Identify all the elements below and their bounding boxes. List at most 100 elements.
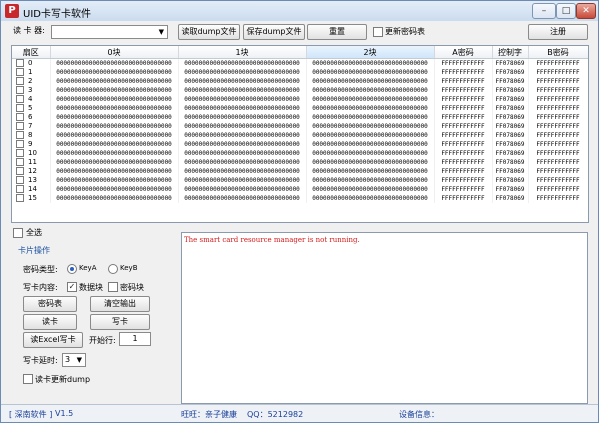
- update-key-table-checkbox[interactable]: [373, 27, 383, 37]
- cell-key-a[interactable]: FFFFFFFFFFFF: [434, 149, 493, 158]
- cell-block0[interactable]: 00000000000000000000000000000000: [50, 68, 179, 77]
- table-row[interactable]: 1000000000000000000000000000000000000000…: [12, 149, 588, 158]
- column-header-control[interactable]: 控制字: [492, 46, 529, 59]
- register-button[interactable]: 注册: [528, 24, 588, 40]
- cell-block1[interactable]: 00000000000000000000000000000000: [178, 95, 307, 104]
- cell-block2[interactable]: 00000000000000000000000000000000: [306, 185, 435, 194]
- column-header-block0[interactable]: 0块: [50, 46, 179, 59]
- cell-block0[interactable]: 00000000000000000000000000000000: [50, 176, 179, 185]
- cell-control[interactable]: FF078069: [492, 140, 529, 149]
- clear-output-button[interactable]: 清空输出: [90, 296, 150, 312]
- cell-key-a[interactable]: FFFFFFFFFFFF: [434, 167, 493, 176]
- row-checkbox[interactable]: [16, 140, 24, 148]
- cell-block0[interactable]: 00000000000000000000000000000000: [50, 158, 179, 167]
- read-update-dump-checkbox[interactable]: [23, 374, 33, 384]
- row-checkbox[interactable]: [16, 104, 24, 112]
- cell-block2[interactable]: 00000000000000000000000000000000: [306, 113, 435, 122]
- row-checkbox[interactable]: [16, 158, 24, 166]
- cell-control[interactable]: FF078069: [492, 176, 529, 185]
- cell-block0[interactable]: 00000000000000000000000000000000: [50, 95, 179, 104]
- cell-key-a[interactable]: FFFFFFFFFFFF: [434, 158, 493, 167]
- cell-control[interactable]: FF078069: [492, 68, 529, 77]
- cell-key-b[interactable]: FFFFFFFFFFFF: [528, 185, 588, 194]
- table-row[interactable]: 12 00000000000000000000000000000000 000000…: [12, 167, 588, 176]
- cell-block1[interactable]: 00000000000000000000000000000000: [178, 113, 307, 122]
- cell-key-b[interactable]: FFFFFFFFFFFF: [528, 77, 588, 86]
- table-row[interactable]: 15 00000000000000000000000000000000 000000…: [12, 194, 588, 203]
- cell-block2[interactable]: 00000000000000000000000000000000: [306, 77, 435, 86]
- cell-block1[interactable]: 00000000000000000000000000000000: [178, 158, 307, 167]
- row-checkbox[interactable]: [16, 131, 24, 139]
- cell-key-b[interactable]: FFFFFFFFFFFF: [528, 104, 588, 113]
- cell-control[interactable]: FF078069: [492, 86, 529, 95]
- key-block-checkbox[interactable]: [108, 282, 118, 292]
- select-all-checkbox[interactable]: [13, 228, 23, 238]
- cell-key-a[interactable]: FFFFFFFFFFFF: [434, 77, 493, 86]
- cell-key-a[interactable]: FFFFFFFFFFFF: [434, 86, 493, 95]
- cell-control[interactable]: FF078069: [492, 158, 529, 167]
- write-delay-select[interactable]: 3 ▼: [62, 353, 86, 367]
- cell-control[interactable]: FF078069: [492, 194, 529, 203]
- table-row[interactable]: 8 00000000000000000000000000000000 0000000…: [12, 131, 588, 140]
- cell-key-b[interactable]: FFFFFFFFFFFF: [528, 167, 588, 176]
- table-row[interactable]: 3 00000000000000000000000000000000 0000000…: [12, 86, 588, 95]
- cell-block2[interactable]: 00000000000000000000000000000000: [306, 104, 435, 113]
- cell-control[interactable]: FF078069: [492, 77, 529, 86]
- cell-block1[interactable]: 00000000000000000000000000000000: [178, 122, 307, 131]
- row-checkbox[interactable]: [16, 95, 24, 103]
- cell-block1[interactable]: 00000000000000000000000000000000: [178, 185, 307, 194]
- cell-block0[interactable]: 00000000000000000000000000000000: [50, 77, 179, 86]
- cell-key-b[interactable]: FFFFFFFFFFFF: [528, 158, 588, 167]
- row-checkbox[interactable]: [16, 113, 24, 121]
- cell-key-a[interactable]: FFFFFFFFFFFF: [434, 113, 493, 122]
- row-checkbox[interactable]: [16, 176, 24, 184]
- cell-control[interactable]: FF078069: [492, 104, 529, 113]
- cell-key-b[interactable]: FFFFFFFFFFFF: [528, 68, 588, 77]
- cell-block2[interactable]: 00000000000000000000000000000000: [306, 58, 435, 68]
- cell-block1[interactable]: 00000000000000000000000000000000: [178, 176, 307, 185]
- column-header-key-b[interactable]: B密码: [528, 46, 588, 59]
- cell-key-b[interactable]: FFFFFFFFFFFF: [528, 140, 588, 149]
- data-block-checkbox[interactable]: ✓: [67, 282, 77, 292]
- table-row[interactable]: 11 00000000000000000000000000000000 000000…: [12, 158, 588, 167]
- cell-key-a[interactable]: FFFFFFFFFFFF: [434, 185, 493, 194]
- cell-key-a[interactable]: FFFFFFFFFFFF: [434, 131, 493, 140]
- table-row[interactable]: 14 00000000000000000000000000000000 000000…: [12, 185, 588, 194]
- cell-block0[interactable]: 00000000000000000000000000000000: [50, 58, 179, 68]
- cell-key-b[interactable]: FFFFFFFFFFFF: [528, 58, 588, 68]
- cell-key-a[interactable]: FFFFFFFFFFFF: [434, 95, 493, 104]
- cell-block1[interactable]: 00000000000000000000000000000000: [178, 149, 307, 158]
- read-card-button[interactable]: 读卡: [23, 314, 77, 330]
- cell-block1[interactable]: 00000000000000000000000000000000: [178, 140, 307, 149]
- cell-block0[interactable]: 00000000000000000000000000000000: [50, 194, 179, 203]
- cell-key-a[interactable]: FFFFFFFFFFFF: [434, 140, 493, 149]
- cell-block2[interactable]: 00000000000000000000000000000000: [306, 86, 435, 95]
- row-checkbox[interactable]: [16, 185, 24, 193]
- cell-key-a[interactable]: FFFFFFFFFFFF: [434, 176, 493, 185]
- cell-block2[interactable]: 00000000000000000000000000000000: [306, 149, 435, 158]
- table-row[interactable]: 4 00000000000000000000000000000000 0000000…: [12, 95, 588, 104]
- cell-key-b[interactable]: FFFFFFFFFFFF: [528, 113, 588, 122]
- cell-block0[interactable]: 00000000000000000000000000000000: [50, 149, 179, 158]
- cell-block1[interactable]: 00000000000000000000000000000000: [178, 131, 307, 140]
- read-dump-button[interactable]: 读取dump文件: [178, 24, 240, 40]
- cell-block1[interactable]: 00000000000000000000000000000000: [178, 68, 307, 77]
- cell-control[interactable]: FF078069: [492, 131, 529, 140]
- column-header-sector[interactable]: 扇区: [12, 46, 51, 59]
- key-a-radio[interactable]: [67, 264, 77, 274]
- cell-control[interactable]: FF078069: [492, 95, 529, 104]
- cell-key-a[interactable]: FFFFFFFFFFFF: [434, 58, 493, 68]
- start-row-input[interactable]: 1: [119, 332, 151, 346]
- row-checkbox[interactable]: [16, 68, 24, 76]
- maximize-button[interactable]: □: [556, 3, 576, 19]
- cell-block2[interactable]: 00000000000000000000000000000000: [306, 167, 435, 176]
- column-header-block1[interactable]: 1块: [178, 46, 307, 59]
- read-excel-write-button[interactable]: 读Excel写卡: [23, 332, 83, 348]
- cell-control[interactable]: FF078069: [492, 149, 529, 158]
- cell-block1[interactable]: 00000000000000000000000000000000: [178, 77, 307, 86]
- reset-button[interactable]: 重置: [307, 24, 367, 40]
- cell-key-a[interactable]: FFFFFFFFFFFF: [434, 122, 493, 131]
- cell-key-b[interactable]: FFFFFFFFFFFF: [528, 176, 588, 185]
- cell-key-b[interactable]: FFFFFFFFFFFF: [528, 122, 588, 131]
- key-table-button[interactable]: 密码表: [23, 296, 77, 312]
